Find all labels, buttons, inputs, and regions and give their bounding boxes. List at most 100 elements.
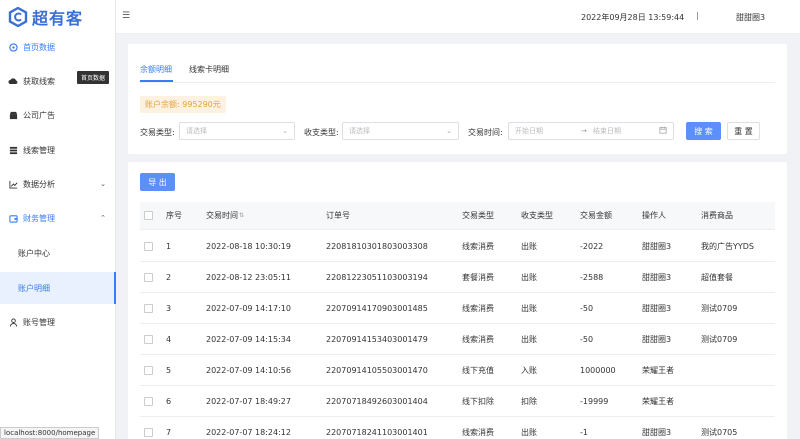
menu-collapse-icon[interactable]: ☰: [122, 11, 130, 21]
row-checkbox[interactable]: [144, 366, 153, 375]
cell-order-no: 22070718241103001401: [326, 427, 428, 437]
header-user[interactable]: 甜甜圈3: [736, 12, 765, 23]
header: ☰ 2022年09月28日 13:59:44 | 甜甜圈3: [116, 0, 800, 34]
cell-order-no: 22070914153403001479: [326, 334, 428, 344]
cell-trade-type: 线索消费: [462, 303, 494, 313]
row-checkbox[interactable]: [144, 428, 153, 437]
column-header: 订单号: [326, 211, 350, 220]
sidebar: 超有客 首页数据 获取线索 首页数据 公司广告 线索管理 数据分析 ⌄ 财务管理…: [0, 0, 116, 439]
cell-amount: -50: [580, 334, 594, 344]
row-checkbox[interactable]: [144, 335, 153, 344]
cell-order-no: 22070914105503001470: [326, 365, 428, 375]
cell-order-no: 22081810301803003308: [326, 241, 428, 251]
cell-io-type: 出账: [521, 427, 537, 437]
sidebar-item-lead-management[interactable]: 线索管理: [0, 135, 116, 165]
cell-trade-time: 2022-07-09 14:10:56: [206, 365, 291, 375]
sidebar-subitem-account-center[interactable]: 账户中心: [0, 237, 116, 269]
search-button[interactable]: 搜 索: [686, 122, 721, 140]
row-checkbox[interactable]: [144, 242, 153, 251]
cell-operator: 荣耀王者: [642, 365, 674, 375]
cell-trade-type: 套餐消费: [462, 272, 494, 282]
brand-name: 超有客: [32, 9, 84, 28]
cell-product: 我的广告YYDS: [701, 241, 755, 251]
table-row[interactable]: 7 2022-07-07 18:24:12 22070718241103001401…: [140, 417, 775, 439]
sidebar-item-account-management[interactable]: 账号管理: [0, 307, 116, 337]
cell-product: 测试0705: [701, 427, 738, 437]
cell-index: 3: [166, 303, 172, 313]
table-row[interactable]: 6 2022-07-07 18:49:27 22070718492603001404…: [140, 386, 775, 417]
cell-trade-time: 2022-07-09 14:17:10: [206, 303, 291, 313]
chart-icon: [8, 179, 18, 189]
cell-amount: -50: [580, 303, 594, 313]
cell-index: 5: [166, 365, 172, 375]
sidebar-item-label: 获取线索: [23, 76, 55, 86]
sidebar-item-finance[interactable]: 财务管理 ⌃: [0, 203, 116, 233]
cell-index: 7: [166, 427, 172, 437]
tab-lead-card-details[interactable]: 线索卡明细: [189, 64, 229, 75]
cloud-icon: [8, 76, 18, 86]
column-header: 消费商品: [701, 211, 733, 220]
cell-trade-time: 2022-08-18 10:30:19: [206, 241, 291, 251]
table-card: 导 出 序号 交易时间 ⇅ 订单号 交易类型 收支类型 交易金额 操作人 消费商品…: [128, 162, 787, 439]
cell-operator: 荣耀王者: [642, 396, 674, 406]
row-checkbox[interactable]: [144, 273, 153, 282]
chevron-down-icon: ⌄: [100, 180, 106, 188]
cell-operator: 甜甜圈3: [642, 272, 672, 282]
sidebar-subitem-account-details[interactable]: 账户明细: [0, 272, 116, 304]
table-row[interactable]: 5 2022-07-09 14:10:56 22070914105503001470…: [140, 355, 775, 386]
cell-amount: -19999: [580, 396, 609, 406]
cell-product: 测试0709: [701, 303, 738, 313]
column-header-sortable[interactable]: 交易时间 ⇅: [206, 202, 244, 229]
chevron-down-icon: ⌄: [282, 127, 288, 135]
sidebar-item-company-ads[interactable]: 公司广告: [0, 100, 116, 130]
shop-icon: [8, 110, 18, 120]
trade-type-label: 交易类型:: [140, 128, 175, 137]
tab-active-indicator: [140, 80, 173, 82]
account-balance-badge: 账户余额: 995290元: [140, 96, 226, 113]
cell-trade-time: 2022-07-07 18:49:27: [206, 396, 291, 406]
wallet-icon: [8, 213, 18, 223]
cell-index: 1: [166, 241, 172, 251]
table-row[interactable]: 1 2022-08-18 10:30:19 22081810301803003308…: [140, 231, 775, 262]
sort-icon: ⇅: [239, 212, 245, 219]
arrow-right-icon: →: [581, 127, 587, 135]
start-date-input[interactable]: 开始日期: [515, 126, 581, 136]
io-type-select[interactable]: 请选择 ⌄: [342, 122, 459, 140]
header-datetime: 2022年09月28日 13:59:44: [581, 13, 685, 22]
cell-trade-type: 线索消费: [462, 334, 494, 344]
filter-card: 余额明细 线索卡明细 账户余额: 995290元 交易类型: 请选择 ⌄ 收支类…: [128, 44, 787, 154]
row-checkbox[interactable]: [144, 304, 153, 313]
cell-order-no: 22081223051103003194: [326, 272, 428, 282]
table-row[interactable]: 2 2022-08-12 23:05:11 22081223051103003194…: [140, 262, 775, 293]
sidebar-item-data-analysis[interactable]: 数据分析 ⌄: [0, 169, 116, 199]
end-date-input[interactable]: 结束日期: [593, 126, 653, 136]
cell-amount: -1: [580, 427, 588, 437]
trade-type-select[interactable]: 请选择 ⌄: [179, 122, 295, 140]
cell-trade-time: 2022-08-12 23:05:11: [206, 272, 291, 282]
cell-amount: -2588: [580, 272, 604, 282]
logo[interactable]: 超有客: [8, 6, 83, 28]
list-icon: [8, 145, 18, 155]
logo-icon: [8, 7, 28, 27]
sidebar-item-home[interactable]: 首页数据: [0, 32, 116, 62]
cell-io-type: 出账: [521, 334, 537, 344]
table-row[interactable]: 3 2022-07-09 14:17:10 22070914170903001485…: [140, 293, 775, 324]
cell-trade-time: 2022-07-09 14:15:34: [206, 334, 291, 344]
date-range-picker[interactable]: 开始日期 → 结束日期: [508, 122, 674, 140]
column-header: 交易时间: [206, 211, 238, 220]
select-all-checkbox[interactable]: [144, 211, 153, 220]
trade-time-label: 交易时间:: [468, 128, 503, 137]
cell-order-no: 22070718492603001404: [326, 396, 428, 406]
tab-balance-details[interactable]: 余额明细: [140, 64, 172, 75]
row-checkbox[interactable]: [144, 397, 153, 406]
table-row[interactable]: 4 2022-07-09 14:15:34 22070914153403001479…: [140, 324, 775, 355]
cell-index: 4: [166, 334, 172, 344]
dashboard-icon: [8, 42, 18, 52]
cell-product: 测试0709: [701, 334, 738, 344]
sidebar-item-label: 数据分析: [23, 179, 55, 189]
user-icon: [8, 317, 18, 327]
column-header: 交易金额: [580, 211, 612, 220]
reset-button[interactable]: 重 置: [727, 122, 760, 140]
cell-amount: 1000000: [580, 365, 616, 375]
export-button[interactable]: 导 出: [140, 173, 175, 191]
